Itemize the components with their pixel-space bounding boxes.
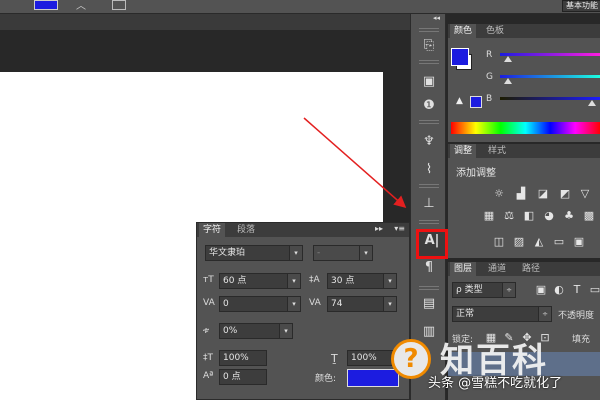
watermark-badge: ? — [391, 339, 431, 379]
watermark-author: 头条 @雪糕不吃就化了 — [428, 376, 563, 391]
